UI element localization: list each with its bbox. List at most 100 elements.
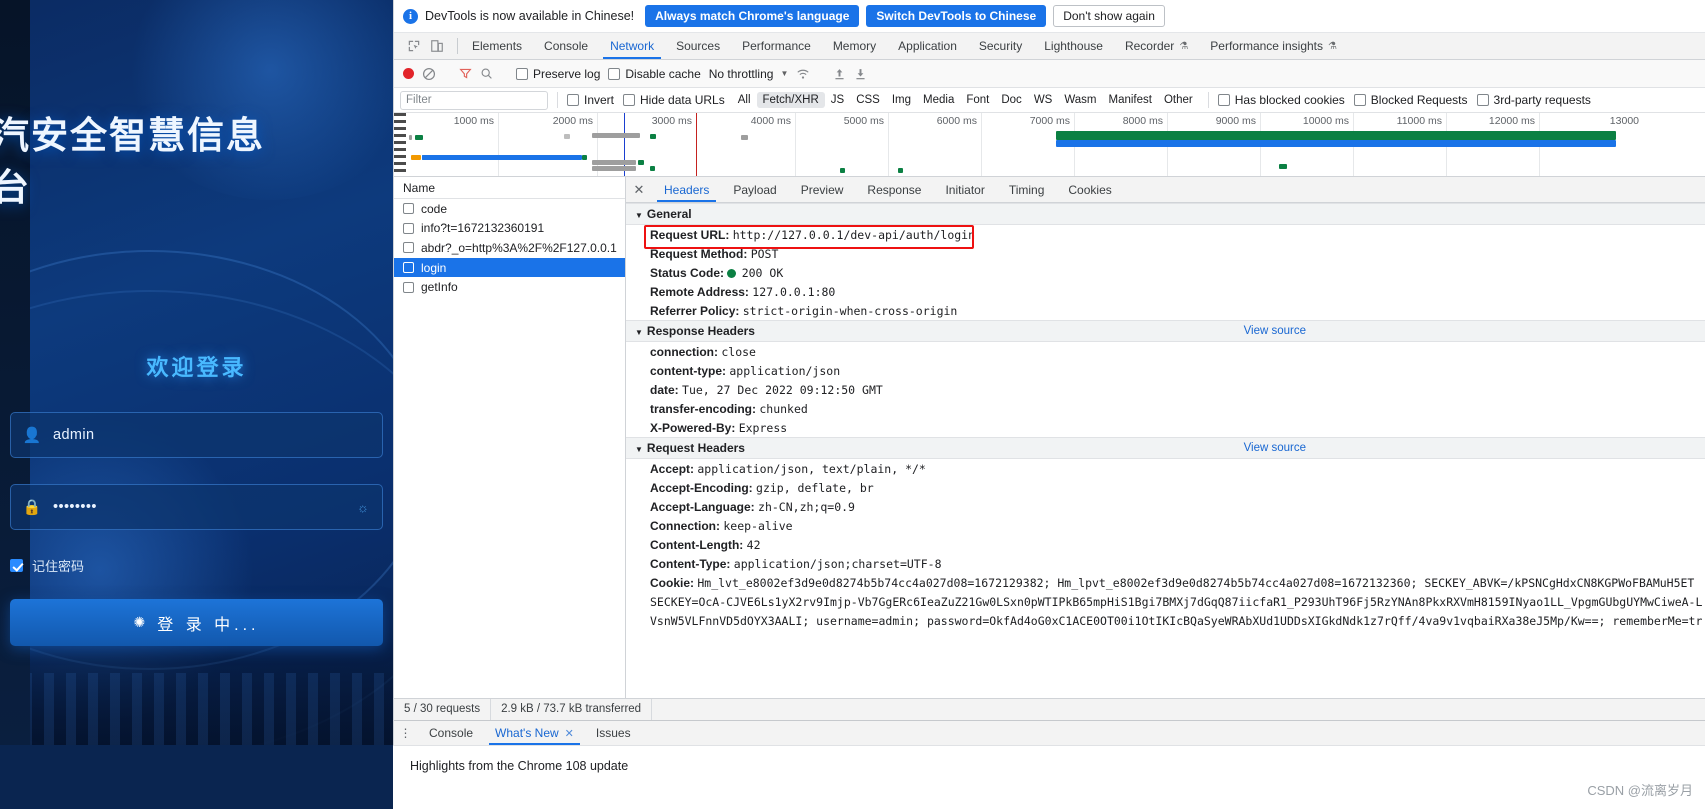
has-blocked-cookies-toggle[interactable]: Has blocked cookies — [1217, 93, 1345, 107]
preserve-log-checkbox[interactable] — [516, 67, 528, 80]
row-checkbox[interactable] — [403, 242, 414, 254]
disable-cache-checkbox[interactable] — [608, 67, 621, 80]
tab-application[interactable]: Application — [887, 33, 968, 59]
type-filter-img[interactable]: Img — [886, 92, 917, 108]
type-filter-other[interactable]: Other — [1158, 92, 1199, 108]
row-checkbox[interactable] — [403, 262, 414, 274]
switch-to-chinese-button[interactable]: Switch DevTools to Chinese — [866, 5, 1047, 27]
type-filter-doc[interactable]: Doc — [995, 92, 1027, 108]
close-icon[interactable]: ✕ — [565, 727, 574, 740]
tab-performance-insights[interactable]: Performance insights ⚗ — [1199, 33, 1348, 59]
network-filter-row: Filter Invert Hide data URLs All Fetch/X… — [394, 88, 1705, 113]
row-checkbox[interactable] — [403, 203, 414, 215]
devtools-tab-bar: Elements Console Network Sources Perform… — [394, 33, 1705, 60]
request-row-getinfo[interactable]: getInfo — [394, 277, 625, 297]
detail-tab-payload[interactable]: Payload — [721, 177, 788, 202]
request-list-header[interactable]: Name — [394, 177, 625, 199]
header-row-request-url: Request URL: http://127.0.0.1/dev-api/au… — [626, 225, 1705, 244]
always-match-language-button[interactable]: Always match Chrome's language — [645, 5, 860, 27]
chevron-down-icon: ▼ — [635, 328, 643, 337]
type-filter-all[interactable]: All — [732, 92, 757, 108]
detail-tab-response[interactable]: Response — [855, 177, 933, 202]
request-row-code[interactable]: code — [394, 199, 625, 219]
type-filter-manifest[interactable]: Manifest — [1103, 92, 1158, 108]
blocked-requests-toggle[interactable]: Blocked Requests — [1353, 93, 1468, 107]
third-party-requests-toggle[interactable]: 3rd-party requests — [1476, 93, 1591, 107]
tab-console[interactable]: Console — [533, 33, 599, 59]
request-row-info[interactable]: info?t=1672132360191 — [394, 219, 625, 239]
close-icon[interactable]: ✕ — [626, 177, 652, 202]
search-icon[interactable] — [480, 67, 493, 80]
username-field[interactable]: 👤 admin — [10, 412, 383, 458]
third-party-requests-checkbox[interactable] — [1476, 94, 1489, 106]
detail-tab-timing[interactable]: Timing — [997, 177, 1057, 202]
tab-security[interactable]: Security — [968, 33, 1033, 59]
device-toolbar-icon[interactable] — [430, 39, 444, 53]
section-request-headers-header[interactable]: ▼ Request Headers View source — [626, 437, 1705, 459]
section-response-headers-header[interactable]: ▼ Response Headers View source — [626, 320, 1705, 342]
type-filter-css[interactable]: CSS — [850, 92, 886, 108]
login-button[interactable]: ✺ 登 录 中... — [10, 599, 383, 646]
invert-checkbox[interactable] — [567, 94, 579, 106]
remember-password-row[interactable]: 记住密码 — [10, 556, 383, 575]
drawer-tab-issues[interactable]: Issues — [585, 721, 642, 745]
tab-network[interactable]: Network — [599, 33, 665, 59]
import-har-icon[interactable] — [833, 67, 846, 81]
export-har-icon[interactable] — [854, 67, 867, 81]
filter-input[interactable]: Filter — [400, 90, 548, 110]
tab-sources[interactable]: Sources — [665, 33, 731, 59]
tab-memory[interactable]: Memory — [822, 33, 887, 59]
header-row-request-method: Request Method: POST — [626, 244, 1705, 263]
hide-data-urls-checkbox[interactable] — [623, 94, 636, 106]
tab-elements[interactable]: Elements — [461, 33, 533, 59]
detail-tab-headers[interactable]: Headers — [652, 177, 721, 202]
request-row-abdr[interactable]: abdr?_o=http%3A%2F%2F127.0.0.1 — [394, 238, 625, 258]
detail-tab-initiator[interactable]: Initiator — [933, 177, 996, 202]
blocked-requests-checkbox[interactable] — [1353, 94, 1366, 106]
request-row-login[interactable]: login — [394, 257, 625, 278]
view-source-link[interactable]: View source — [1244, 442, 1306, 454]
request-list-panel: Name code info?t=1672132360191 abdr?_o=h… — [394, 177, 626, 698]
more-options-icon[interactable]: ⋮ — [394, 721, 418, 745]
tab-recorder[interactable]: Recorder ⚗ — [1114, 33, 1199, 59]
has-blocked-cookies-checkbox[interactable] — [1217, 94, 1230, 106]
tab-performance[interactable]: Performance — [731, 33, 822, 59]
remember-password-checkbox[interactable] — [10, 559, 23, 572]
whats-new-content: Highlights from the Chrome 108 update — [393, 745, 1705, 785]
detail-tab-preview[interactable]: Preview — [789, 177, 856, 202]
row-checkbox[interactable] — [403, 222, 414, 234]
login-heading: 欢迎登录 — [146, 355, 247, 380]
record-icon[interactable] — [403, 68, 414, 79]
inspect-element-icon[interactable] — [407, 39, 421, 53]
network-overview-timeline[interactable]: 1000 ms 2000 ms 3000 ms 4000 ms 5000 ms … — [394, 113, 1705, 177]
type-filter-js[interactable]: JS — [825, 92, 850, 108]
type-filter-media[interactable]: Media — [917, 92, 960, 108]
type-filter-fetch-xhr[interactable]: Fetch/XHR — [756, 92, 825, 108]
disable-cache-toggle[interactable]: Disable cache — [608, 67, 701, 81]
type-filter-font[interactable]: Font — [960, 92, 995, 108]
hide-data-urls-toggle[interactable]: Hide data URLs — [623, 93, 725, 107]
detail-tab-bar: ✕ Headers Payload Preview Response Initi… — [626, 177, 1705, 203]
invert-label: Invert — [584, 93, 615, 107]
dont-show-again-button[interactable]: Don't show again — [1053, 5, 1165, 27]
preserve-log-toggle[interactable]: Preserve log — [516, 67, 600, 81]
divider — [457, 38, 458, 54]
password-field[interactable]: 🔒 •••••••• ☼ — [10, 484, 383, 530]
throttling-dropdown[interactable]: No throttling ▼ — [709, 67, 789, 81]
detail-tab-cookies[interactable]: Cookies — [1056, 177, 1123, 202]
type-filter-ws[interactable]: WS — [1028, 92, 1059, 108]
drawer-tab-whats-new[interactable]: What's New ✕ — [484, 721, 585, 745]
filter-icon[interactable] — [459, 67, 472, 80]
tab-lighthouse[interactable]: Lighthouse — [1033, 33, 1114, 59]
type-filter-wasm[interactable]: Wasm — [1058, 92, 1102, 108]
row-checkbox[interactable] — [403, 281, 414, 293]
section-general-header[interactable]: ▼ General — [626, 203, 1705, 225]
network-conditions-icon[interactable] — [796, 67, 810, 81]
drawer-tab-console[interactable]: Console — [418, 721, 484, 745]
tick-label: 11000 ms — [1396, 115, 1442, 127]
clear-icon[interactable] — [422, 67, 436, 81]
view-source-link[interactable]: View source — [1244, 325, 1306, 337]
header-row-content-type-req: Content-Type: application/json;charset=U… — [626, 554, 1705, 573]
invert-toggle[interactable]: Invert — [567, 93, 614, 107]
eye-off-icon[interactable]: ☼ — [344, 500, 382, 515]
